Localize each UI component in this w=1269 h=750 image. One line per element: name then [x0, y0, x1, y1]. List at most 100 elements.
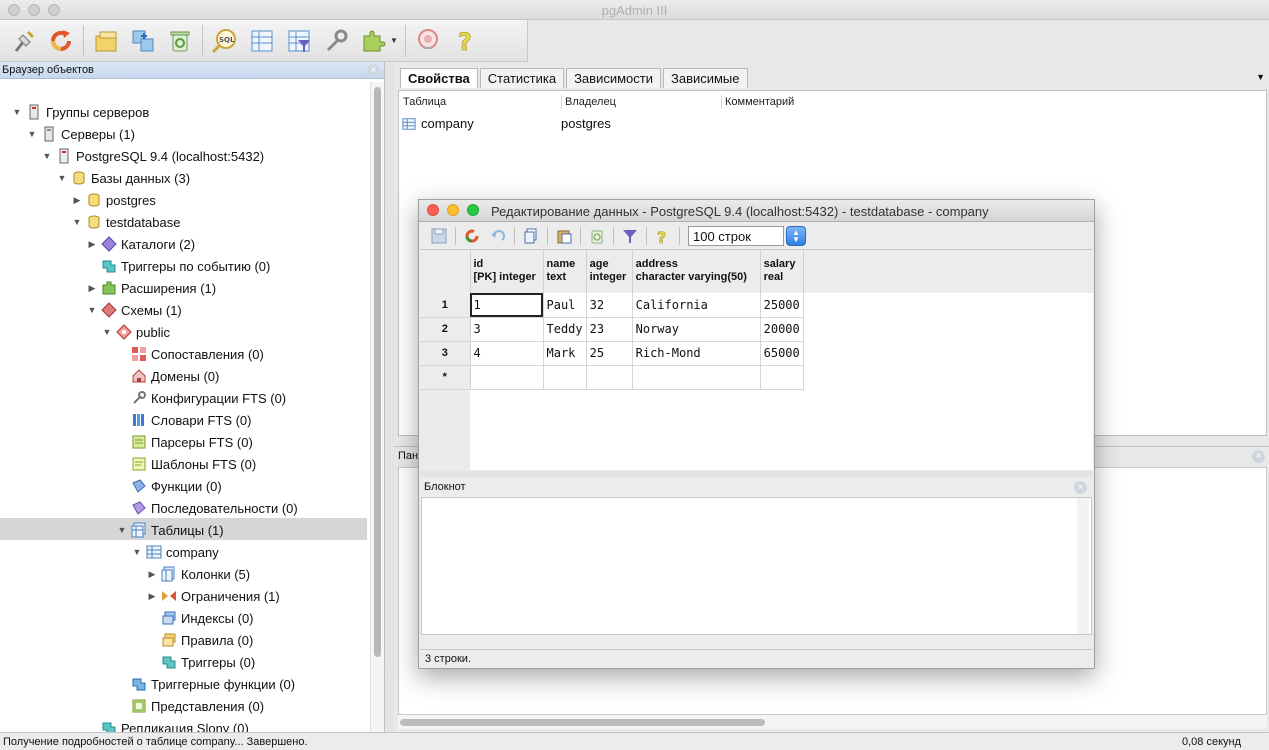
tree-node-postgresql-server[interactable]: ▼ PostgreSQL 9.4 (localhost:5432) — [40, 145, 264, 167]
tree-node-trigger-functions[interactable]: Триггерные функции (0) — [115, 673, 295, 695]
tree-node-indexes[interactable]: Индексы (0) — [145, 607, 254, 629]
row-number[interactable]: 3 — [420, 341, 471, 366]
notepad-textarea[interactable] — [421, 497, 1092, 635]
cell-id[interactable] — [470, 365, 544, 390]
plugins-icon[interactable] — [357, 25, 389, 57]
collapsed-arrow-icon[interactable]: ▶ — [145, 591, 159, 602]
zoom-window-button[interactable] — [467, 204, 479, 216]
minimize-window-button[interactable] — [447, 204, 459, 216]
property-table-name[interactable]: company — [421, 116, 474, 131]
tree-node-public-schema[interactable]: ▼ public — [100, 321, 170, 343]
cell-address[interactable]: Rich-Mond — [632, 341, 761, 366]
cell-salary[interactable]: 20000 — [760, 317, 804, 342]
rows-limit-stepper-icon[interactable]: ▲ ▼ — [786, 225, 806, 246]
tab-statistics[interactable]: Статистика — [479, 68, 565, 88]
hint-icon[interactable] — [412, 25, 444, 57]
copy-icon[interactable] — [521, 226, 541, 246]
cell-age[interactable]: 32 — [586, 293, 633, 318]
column-header-comment[interactable]: Комментарий — [725, 96, 794, 108]
row-number[interactable]: 1 — [420, 293, 471, 318]
collapsed-arrow-icon[interactable]: ▶ — [70, 195, 84, 206]
filter-icon[interactable] — [620, 226, 640, 246]
tree-node-servers[interactable]: ▼ Серверы (1) — [25, 123, 135, 145]
tab-dependents[interactable]: Зависимые — [662, 68, 748, 88]
notepad-scrollbar[interactable] — [1077, 498, 1089, 634]
connect-icon[interactable] — [8, 25, 40, 57]
help-icon[interactable]: ? — [653, 226, 673, 246]
tab-properties[interactable]: Свойства — [400, 68, 478, 88]
cell-age[interactable] — [586, 365, 633, 390]
column-header-id[interactable]: id [PK] integer — [470, 250, 544, 293]
refresh-icon[interactable] — [462, 226, 482, 246]
cell-age[interactable]: 23 — [586, 317, 633, 342]
panel-splitter[interactable] — [386, 62, 394, 732]
column-header-table[interactable]: Таблица — [403, 96, 446, 108]
tree-node-schemas[interactable]: ▼ Схемы (1) — [85, 299, 182, 321]
tree-node-extensions[interactable]: ▶ Расширения (1) — [85, 277, 217, 299]
view-data-icon[interactable] — [246, 25, 278, 57]
column-header-age[interactable]: age integer — [586, 250, 633, 293]
cell-name[interactable]: Mark — [543, 341, 587, 366]
expanded-arrow-icon[interactable]: ▼ — [85, 305, 99, 315]
expanded-arrow-icon[interactable]: ▼ — [70, 217, 84, 227]
tree-node-domains[interactable]: Домены (0) — [115, 365, 219, 387]
tree-scrollbar[interactable] — [370, 82, 384, 732]
tree-node-rules[interactable]: Правила (0) — [145, 629, 253, 651]
expanded-arrow-icon[interactable]: ▼ — [40, 151, 54, 161]
cell-salary[interactable] — [760, 365, 804, 390]
close-window-button[interactable] — [427, 204, 439, 216]
close-panel-icon[interactable]: × — [367, 64, 380, 77]
tree-node-views[interactable]: Представления (0) — [115, 695, 264, 717]
grid-corner[interactable] — [420, 250, 471, 293]
close-notepad-icon[interactable]: × — [1074, 481, 1087, 494]
cell-name[interactable]: Teddy — [543, 317, 587, 342]
collapsed-arrow-icon[interactable]: ▶ — [85, 239, 99, 250]
tree-node-collations[interactable]: Сопоставления (0) — [115, 343, 264, 365]
help-icon[interactable]: ? — [449, 25, 481, 57]
tree-node-catalogs[interactable]: ▶ Каталоги (2) — [85, 233, 195, 255]
sql-panel-scrollbar[interactable] — [398, 715, 1267, 729]
cell-age[interactable]: 25 — [586, 341, 633, 366]
collapsed-arrow-icon[interactable]: ▶ — [85, 283, 99, 294]
undo-icon[interactable] — [488, 226, 508, 246]
expanded-arrow-icon[interactable]: ▼ — [115, 525, 129, 535]
column-header-salary[interactable]: salary real — [760, 250, 804, 293]
tree-node-fts-parsers[interactable]: Парсеры FTS (0) — [115, 431, 253, 453]
tabs-menu-arrow-icon[interactable]: ▼ — [1256, 72, 1265, 82]
properties-icon[interactable] — [90, 25, 122, 57]
expanded-arrow-icon[interactable]: ▼ — [10, 107, 24, 117]
tree-node-functions[interactable]: Функции (0) — [115, 475, 222, 497]
drop-icon[interactable] — [164, 25, 196, 57]
collapsed-arrow-icon[interactable]: ▶ — [145, 569, 159, 580]
column-header-owner[interactable]: Владелец — [565, 96, 616, 108]
create-icon[interactable] — [127, 25, 159, 57]
cell-salary[interactable]: 25000 — [760, 293, 804, 318]
tree-node-company-table[interactable]: ▼ company — [130, 541, 219, 563]
close-panel-icon[interactable]: × — [1252, 450, 1265, 463]
tree-node-event-triggers[interactable]: Триггеры по событию (0) — [85, 255, 270, 277]
delete-row-icon[interactable] — [587, 226, 607, 246]
tree-node-fts-configurations[interactable]: Конфигурации FTS (0) — [115, 387, 286, 409]
tab-dependencies[interactable]: Зависимости — [566, 68, 661, 88]
column-header-address[interactable]: address character varying(50) — [632, 250, 761, 293]
cell-address[interactable]: California — [632, 293, 761, 318]
tree-node-triggers[interactable]: Триггеры (0) — [145, 651, 255, 673]
cell-name[interactable] — [543, 365, 587, 390]
expanded-arrow-icon[interactable]: ▼ — [55, 173, 69, 183]
tree-node-constraints[interactable]: ▶ Ограничения (1) — [145, 585, 280, 607]
refresh-icon[interactable] — [45, 25, 77, 57]
cell-salary[interactable]: 65000 — [760, 341, 804, 366]
expanded-arrow-icon[interactable]: ▼ — [130, 547, 144, 557]
tree-node-server-groups[interactable]: ▼ Группы серверов — [10, 101, 149, 123]
tree-node-fts-dictionaries[interactable]: Словари FTS (0) — [115, 409, 252, 431]
view-filtered-data-icon[interactable] — [283, 25, 315, 57]
tree-node-tables[interactable]: ▼ Таблицы (1) — [115, 519, 224, 541]
tree-node-sequences[interactable]: Последовательности (0) — [115, 497, 298, 519]
cell-address[interactable] — [632, 365, 761, 390]
cell-id[interactable]: 1 — [470, 293, 544, 318]
tree-node-postgres-db[interactable]: ▶ postgres — [70, 189, 156, 211]
cell-id[interactable]: 4 — [470, 341, 544, 366]
paste-icon[interactable] — [554, 226, 574, 246]
row-number[interactable]: 2 — [420, 317, 471, 342]
row-number[interactable]: * — [420, 365, 471, 390]
